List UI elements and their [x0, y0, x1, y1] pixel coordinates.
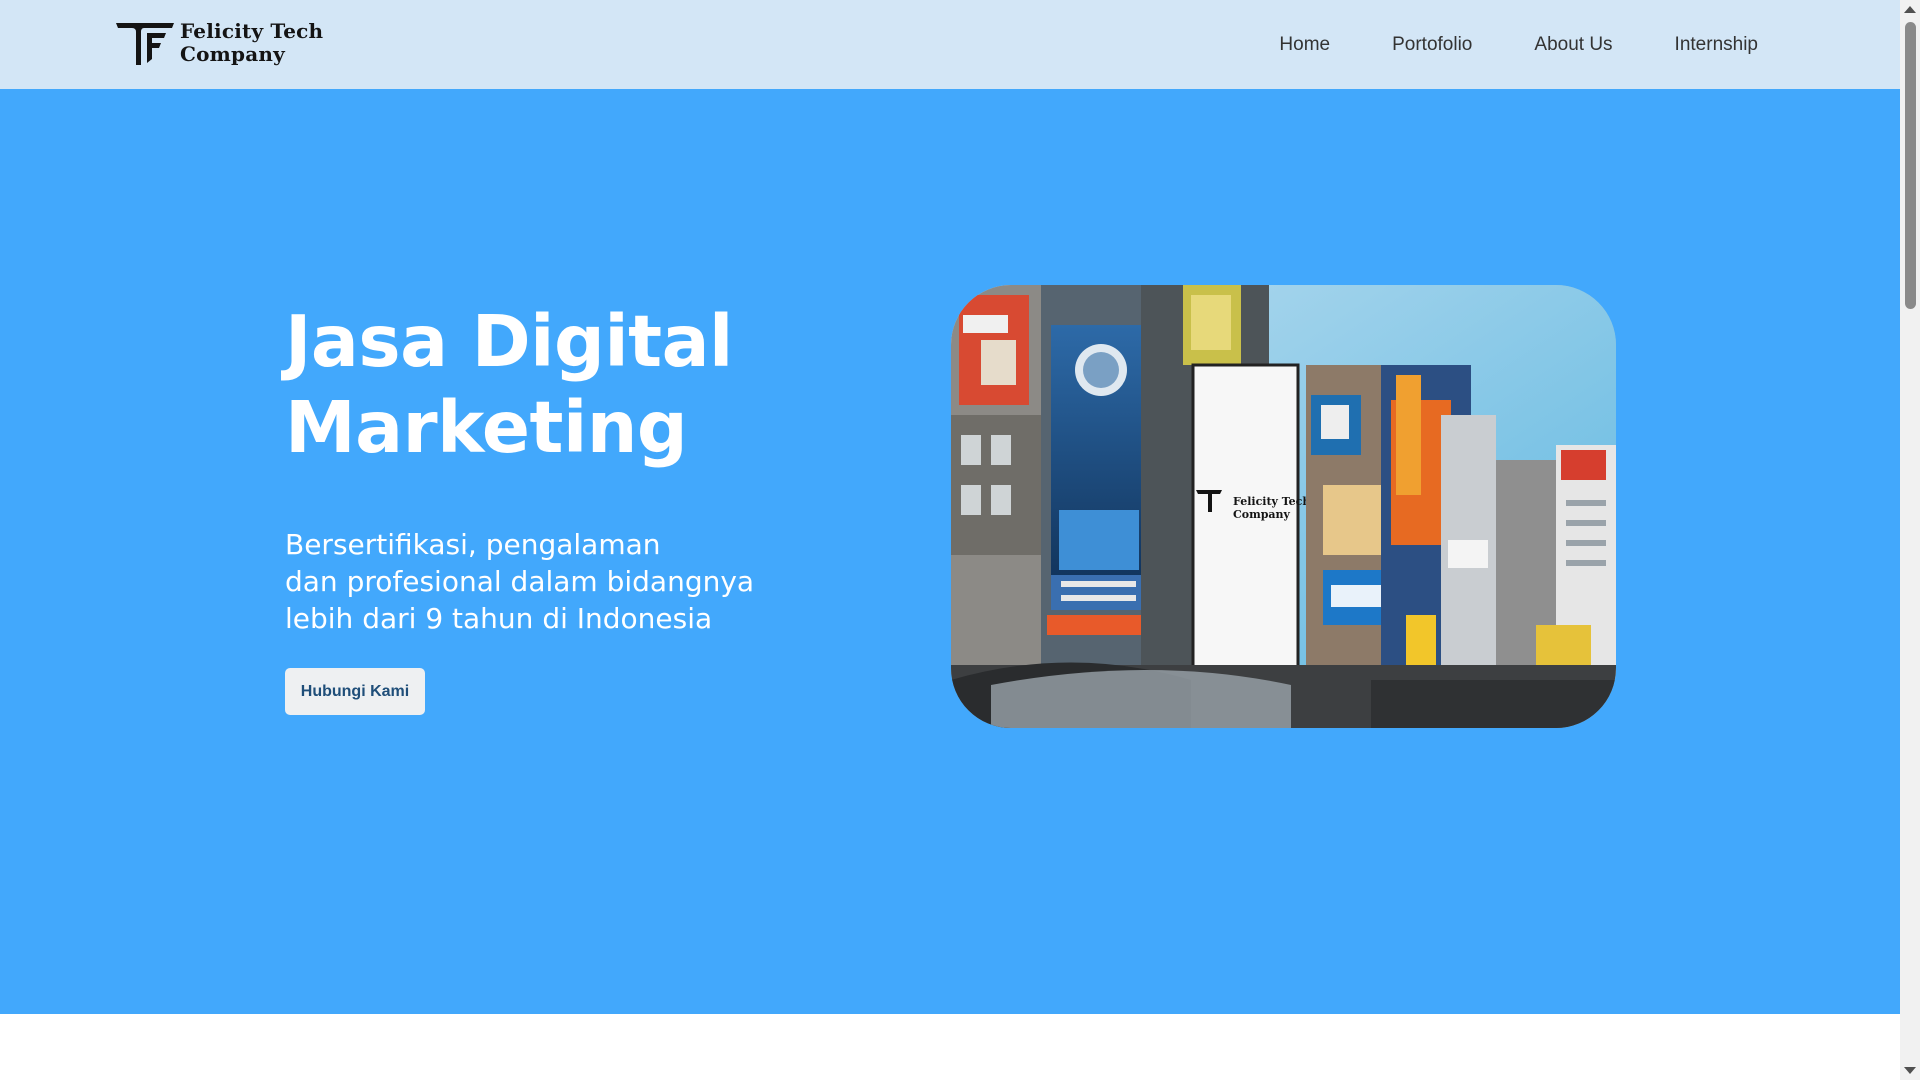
brand-name-line2: Company — [180, 42, 285, 66]
brand-logo-link[interactable]: Felicity Tech Company — [114, 18, 323, 68]
contact-us-button[interactable]: Hubungi Kami — [285, 668, 425, 715]
hero-subtitle-line3: lebih dari 9 tahun di Indonesia — [285, 602, 713, 635]
brand-name: Felicity Tech Company — [180, 20, 323, 66]
nav-item-internship[interactable]: Internship — [1675, 34, 1758, 56]
nav-item-home[interactable]: Home — [1279, 34, 1330, 56]
main-nav: Home Portofolio About Us Internship — [1217, 0, 1758, 89]
page-scrollbar[interactable] — [1900, 0, 1920, 1080]
billboard-text-line2: Company — [1233, 508, 1291, 521]
hero-image: Felicity Tech Company — [951, 285, 1616, 728]
hero-title: Jasa Digital Marketing — [285, 299, 845, 471]
scroll-down-icon[interactable] — [1904, 1067, 1916, 1074]
tf-monogram-logo-icon — [116, 23, 174, 65]
brand-name-line1: Felicity Tech — [180, 19, 324, 43]
nav-item-about-us[interactable]: About Us — [1534, 34, 1612, 56]
nav-item-portofolio[interactable]: Portofolio — [1392, 34, 1472, 56]
scroll-thumb[interactable] — [1905, 22, 1916, 309]
hero-subtitle: Bersertifikasi, pengalaman dan profesion… — [285, 526, 805, 637]
city-billboard-illustration: Felicity Tech Company — [951, 285, 1616, 728]
hero-section: Jasa Digital Marketing Bersertifikasi, p… — [0, 89, 1900, 1014]
hero-title-line2: Marketing — [285, 386, 688, 469]
hero-subtitle-line2: dan profesional dalam bidangnya — [285, 565, 755, 598]
billboard-text-line1: Felicity Tech — [1233, 495, 1310, 508]
page: Felicity Tech Company Home Portofolio Ab… — [0, 0, 1920, 1080]
hero-subtitle-line1: Bersertifikasi, pengalaman — [285, 528, 661, 561]
navbar: Felicity Tech Company Home Portofolio Ab… — [0, 0, 1900, 89]
hero-title-line1: Jasa Digital — [285, 300, 733, 383]
scroll-up-icon[interactable] — [1904, 6, 1916, 13]
